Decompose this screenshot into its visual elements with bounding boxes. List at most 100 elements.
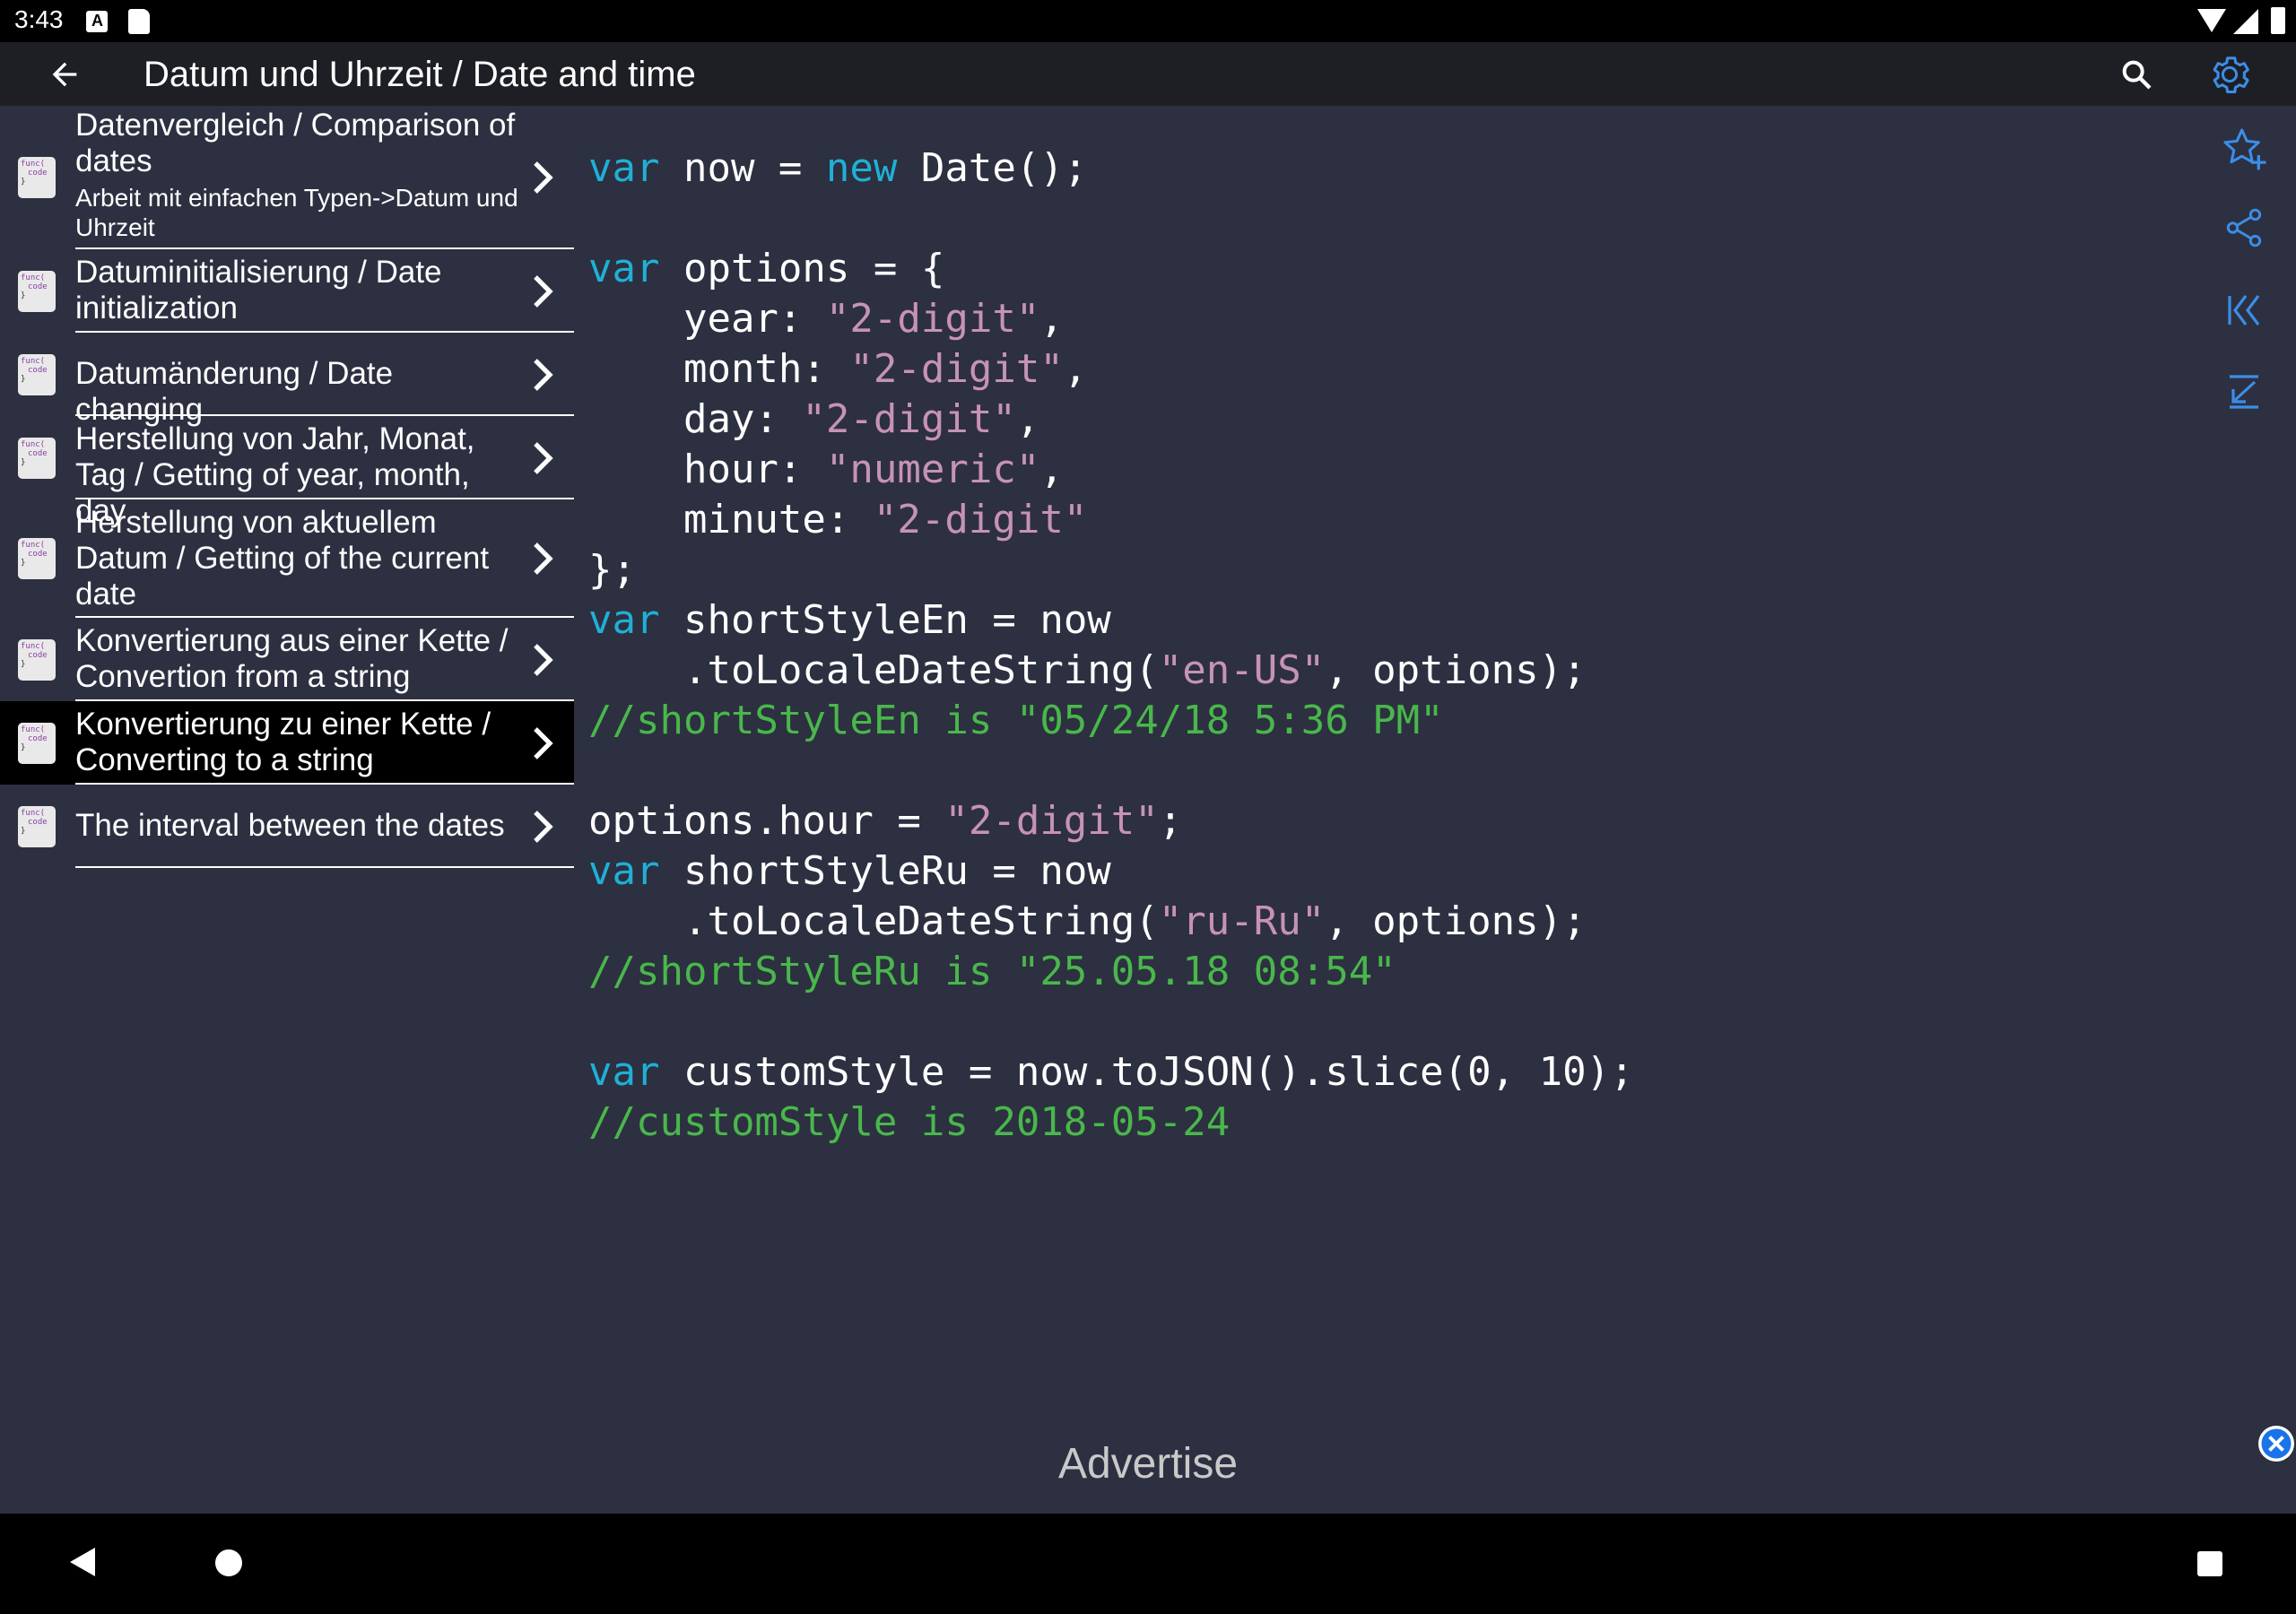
code-block: var now = new Date(); var options = { yea…	[588, 143, 2158, 1148]
code-text: year:	[588, 296, 826, 342]
chevron-right-icon	[529, 438, 556, 479]
settings-button[interactable]	[2201, 49, 2258, 100]
code-file-icon: func(code}	[18, 353, 56, 395]
list-item-title: Datenvergleich / Comparison of dates	[75, 108, 516, 178]
code-file-icon-text: code	[28, 282, 48, 291]
status-bar: 3:43	[0, 0, 2296, 42]
code-file-icon-text: }	[21, 826, 26, 836]
code-text: , options);	[1325, 898, 1587, 944]
code-string: "2-digit"	[873, 497, 1088, 542]
nav-recents-icon[interactable]	[2197, 1551, 2222, 1576]
code-text: day:	[588, 396, 803, 442]
code-file-icon: func(code}	[18, 270, 56, 312]
code-line: var now = new Date();	[588, 143, 2158, 194]
code-string: "2-digit"	[944, 798, 1159, 844]
list-item[interactable]: func(code} Datuminitialisierung / Date in…	[0, 249, 574, 333]
search-button[interactable]	[2111, 53, 2161, 96]
code-text: ,	[1039, 447, 1064, 492]
list-item[interactable]: func(code} Herstellung von Jahr, Monat, T…	[0, 416, 574, 528]
arrow-left-icon	[52, 62, 77, 87]
code-file-icon-text: }	[21, 178, 26, 187]
wifi-icon	[2197, 9, 2226, 32]
back-button[interactable]	[36, 53, 93, 96]
list-item-title: Herstellung von aktuellem Datum / Gettin…	[75, 505, 490, 612]
code-keyword: var	[588, 145, 660, 191]
list-item[interactable]: func(code} Herstellung von aktuellem Datu…	[0, 499, 574, 618]
code-text: options.hour =	[588, 798, 945, 844]
code-file-icon-text: func(	[21, 439, 46, 449]
scroll-to-end-button[interactable]	[2215, 362, 2273, 420]
code-file-icon: func(code}	[18, 538, 56, 579]
code-file-icon-text: func(	[21, 160, 46, 169]
list-item-title: Datuminitialisierung / Date initializati…	[75, 255, 442, 325]
code-string: "2-digit"	[849, 346, 1064, 392]
add-favorite-button[interactable]	[2215, 120, 2273, 178]
code-file-icon-text: func(	[21, 541, 46, 550]
code-line: .toLocaleDateString("ru-Ru", options);	[588, 897, 2158, 947]
code-text: .toLocaleDateString(	[588, 647, 1159, 693]
list-item[interactable]: func(code} Datumänderung / Date changing	[0, 333, 574, 427]
code-string: "2-digit"	[825, 296, 1040, 342]
code-line: options.hour = "2-digit";	[588, 796, 2158, 846]
share-button[interactable]	[2215, 199, 2273, 256]
go-to-start-button[interactable]	[2215, 282, 2273, 339]
chevron-right-icon	[529, 639, 556, 681]
code-file-icon-text: code	[28, 733, 48, 743]
ad-close-button[interactable]	[2258, 1426, 2294, 1462]
star-plus-icon	[2223, 128, 2266, 170]
code-line: //shortStyleRu is "25.05.18 08:54"	[588, 947, 2158, 997]
list-item[interactable]: func(code} The interval between the dates	[0, 785, 574, 868]
nav-back-icon[interactable]	[70, 1548, 95, 1576]
code-file-icon-text: }	[21, 457, 26, 467]
code-comment: //shortStyleEn is "05/24/18 5:36 PM"	[588, 698, 1444, 743]
battery-icon	[2271, 7, 2285, 34]
code-keyword: new	[825, 145, 898, 191]
code-text: };	[588, 547, 636, 593]
list-item[interactable]: func(code} Konvertierung aus einer Kette …	[0, 618, 574, 701]
code-file-icon-text: func(	[21, 273, 46, 282]
code-file-icon-text: func(	[21, 808, 46, 818]
code-file-icon-text: code	[28, 550, 48, 559]
code-file-icon: func(code}	[18, 722, 56, 764]
code-string: "en-US"	[1158, 647, 1326, 693]
list-item[interactable]: func(code} Konvertierung zu einer Kette /…	[0, 701, 574, 785]
code-line: minute: "2-digit"	[588, 495, 2158, 545]
code-comment: //shortStyleRu is "25.05.18 08:54"	[588, 949, 1396, 994]
sd-card-icon	[128, 9, 150, 34]
code-text: month:	[588, 346, 850, 392]
code-text: options = {	[659, 246, 945, 291]
app-bar: Datum und Uhrzeit / Date and time	[0, 42, 2296, 106]
code-file-icon-text: }	[21, 291, 26, 300]
code-line: day: "2-digit",	[588, 395, 2158, 445]
code-line: var shortStyleEn = now	[588, 595, 2158, 646]
page-title: Datum und Uhrzeit / Date and time	[144, 55, 696, 94]
code-keyword: var	[588, 597, 660, 643]
code-file-icon-text: code	[28, 169, 48, 178]
code-text: customStyle = now.toJSON().slice(0, 10);	[659, 1049, 1634, 1095]
list-item[interactable]: func(code} Datenvergleich / Comparison of…	[0, 106, 574, 249]
code-text: Date();	[897, 145, 1088, 191]
arrow-down-to-line-icon	[2230, 375, 2258, 409]
list-item-title: Konvertierung zu einer Kette / Convertin…	[75, 707, 491, 777]
code-line: var customStyle = now.toJSON().slice(0, …	[588, 1047, 2158, 1098]
status-time: 3:43	[14, 5, 64, 33]
nav-home-icon[interactable]	[215, 1549, 242, 1576]
notification-a-icon	[86, 11, 108, 32]
ad-banner-label: Advertise	[1057, 1440, 1239, 1488]
list-item-title: The interval between the dates	[75, 808, 505, 843]
chevron-right-icon	[529, 157, 556, 198]
chevron-right-icon	[529, 723, 556, 764]
code-comment: //customStyle is 2018-05-24	[588, 1099, 1231, 1145]
skip-to-start-icon	[2228, 295, 2260, 325]
share-icon	[2226, 208, 2262, 247]
code-file-icon-text: }	[21, 374, 26, 384]
code-file-icon: func(code}	[18, 157, 56, 198]
cell-signal-icon	[2233, 9, 2258, 34]
code-line: };	[588, 545, 2158, 595]
code-file-icon-text: func(	[21, 725, 46, 734]
search-icon	[2122, 60, 2152, 90]
code-text: shortStyleRu = now	[659, 848, 1111, 894]
code-keyword: var	[588, 848, 660, 894]
